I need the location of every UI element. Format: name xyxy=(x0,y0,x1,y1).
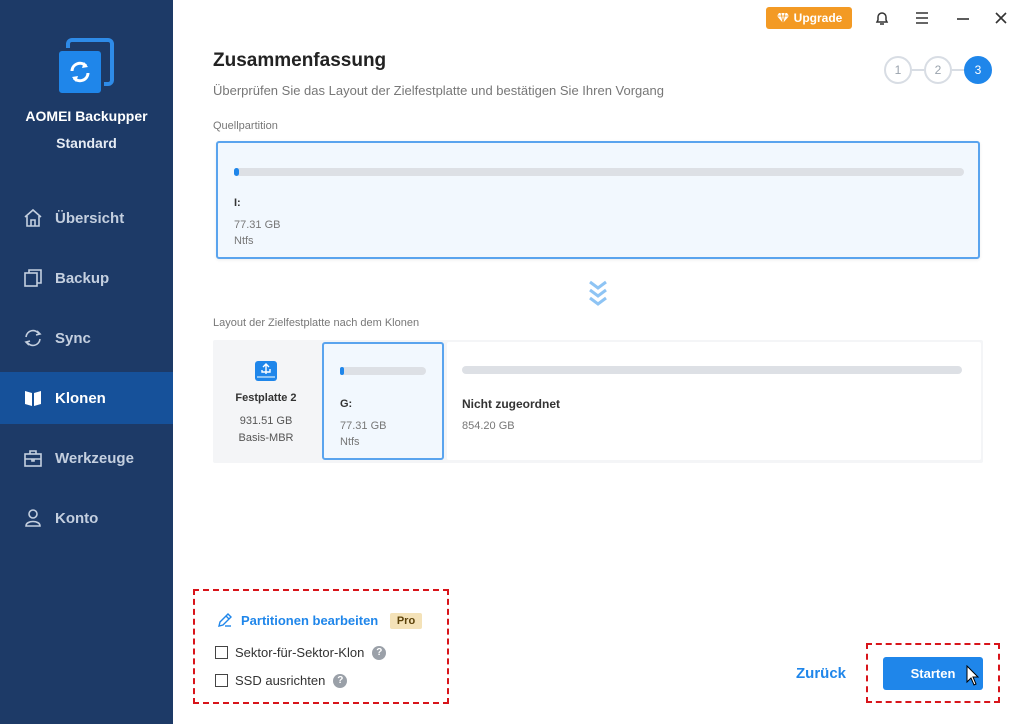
source-usage-bar xyxy=(234,168,964,176)
source-usage-fill xyxy=(234,168,239,176)
partition-usage-bar xyxy=(340,367,426,375)
ssd-align-option[interactable]: SSD ausrichten ? xyxy=(215,673,348,688)
sector-clone-label: Sektor-für-Sektor-Klon xyxy=(235,645,365,660)
close-icon[interactable] xyxy=(991,8,1011,28)
source-label: Quellpartition xyxy=(213,120,278,132)
destination-layout: Festplatte 2 931.51 GB Basis-MBR G: 77.3… xyxy=(213,340,983,463)
sidebar: AOMEI Backupper Standard Übersicht Backu… xyxy=(0,0,173,724)
disk-name: Festplatte 2 xyxy=(235,392,297,404)
unallocated-card[interactable]: Nicht zugeordnet 854.20 GB xyxy=(447,342,981,460)
unallocated-label: Nicht zugeordnet xyxy=(462,397,560,411)
step-1: 1 xyxy=(884,56,912,84)
app-logo xyxy=(56,38,116,96)
sidebar-item-label: Konto xyxy=(55,509,99,527)
mouse-cursor-icon xyxy=(966,665,980,686)
sidebar-item-label: Sync xyxy=(55,329,91,347)
sector-clone-option[interactable]: Sektor-für-Sektor-Klon ? xyxy=(215,645,387,660)
diamond-icon xyxy=(776,12,789,24)
source-partition-card[interactable]: I: 77.31 GB Ntfs xyxy=(216,141,980,259)
bell-icon[interactable] xyxy=(872,8,892,28)
source-size: 77.31 GB xyxy=(234,219,281,231)
page-title: Zusammenfassung xyxy=(213,50,387,71)
upgrade-button[interactable]: Upgrade xyxy=(766,7,852,29)
edit-partitions-label: Partitionen bearbeiten xyxy=(241,612,379,628)
disk-type: Basis-MBR xyxy=(238,432,294,444)
source-drive-letter: I: xyxy=(234,197,241,209)
sidebar-item-sync[interactable]: Sync xyxy=(0,312,173,364)
destination-label: Layout der Zielfestplatte nach dem Klone… xyxy=(213,317,420,329)
minimize-icon[interactable] xyxy=(953,8,973,28)
sidebar-item-clone[interactable]: Klonen xyxy=(0,372,173,424)
source-filesystem: Ntfs xyxy=(234,235,254,247)
toolbox-icon xyxy=(23,448,43,468)
help-icon[interactable]: ? xyxy=(333,673,348,688)
ssd-align-label: SSD ausrichten xyxy=(235,673,326,688)
partition-size: 77.31 GB xyxy=(340,420,387,432)
sync-arrows-icon xyxy=(70,61,90,83)
sector-clone-checkbox[interactable] xyxy=(215,646,228,659)
help-icon[interactable]: ? xyxy=(372,645,387,660)
sidebar-item-backup[interactable]: Backup xyxy=(0,252,173,304)
sidebar-item-label: Klonen xyxy=(55,389,106,407)
sidebar-item-label: Übersicht xyxy=(55,209,125,227)
sidebar-item-label: Backup xyxy=(55,269,110,287)
clone-icon xyxy=(23,388,43,408)
sidebar-item-overview[interactable]: Übersicht xyxy=(0,192,173,244)
home-icon xyxy=(23,208,43,228)
disk-size: 931.51 GB xyxy=(239,415,293,427)
pro-badge: Pro xyxy=(390,613,422,629)
sync-icon xyxy=(23,328,43,348)
menu-icon[interactable] xyxy=(912,8,932,28)
partition-filesystem: Ntfs xyxy=(340,436,360,448)
partition-g-card[interactable]: G: 77.31 GB Ntfs xyxy=(322,342,444,460)
sidebar-item-account[interactable]: Konto xyxy=(0,492,173,544)
partition-usage-fill xyxy=(340,367,344,375)
user-icon xyxy=(23,508,43,528)
step-2: 2 xyxy=(924,56,952,84)
page-subtitle: Überprüfen Sie das Layout der Zielfestpl… xyxy=(213,83,664,98)
ssd-align-checkbox[interactable] xyxy=(215,674,228,687)
step-3: 3 xyxy=(964,56,992,84)
disk-info: Festplatte 2 931.51 GB Basis-MBR xyxy=(213,340,319,463)
partition-drive-letter: G: xyxy=(340,398,353,410)
chevrons-down-icon xyxy=(589,280,607,306)
step-connector xyxy=(952,69,964,71)
upgrade-label: Upgrade xyxy=(793,11,843,25)
unallocated-size: 854.20 GB xyxy=(462,420,515,432)
unallocated-bar xyxy=(462,366,962,374)
pencil-icon xyxy=(218,613,232,627)
app-edition: Standard xyxy=(56,135,117,151)
backup-icon xyxy=(23,268,43,288)
step-connector xyxy=(912,69,924,71)
app-name: AOMEI Backupper xyxy=(25,108,148,124)
back-button[interactable]: Zurück xyxy=(796,665,846,682)
sidebar-item-tools[interactable]: Werkzeuge xyxy=(0,432,173,484)
usb-disk-icon xyxy=(255,361,277,381)
edit-partitions-link[interactable]: Partitionen bearbeiten xyxy=(217,612,378,628)
sidebar-item-label: Werkzeuge xyxy=(55,449,134,467)
